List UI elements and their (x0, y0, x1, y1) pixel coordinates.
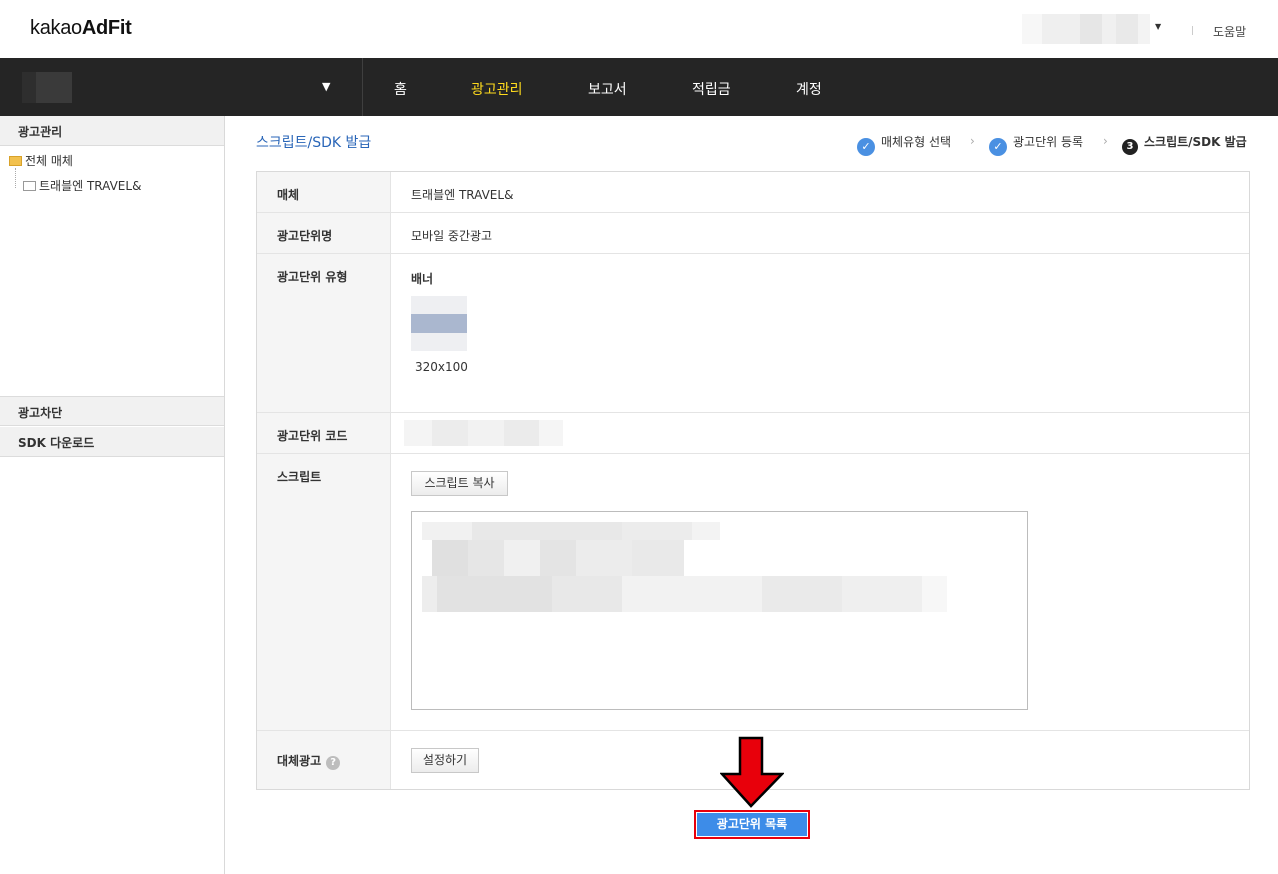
account-caret-icon[interactable]: ▼ (1155, 22, 1161, 31)
unit-size: 320x100 (415, 360, 468, 374)
unit-type-value: 배너 (411, 272, 434, 286)
ad-unit-list-button[interactable]: 광고단위 목록 (694, 810, 810, 839)
media-selector-redacted[interactable] (22, 72, 72, 103)
script-line-redacted (422, 522, 720, 540)
chevron-right-icon: › (970, 134, 975, 148)
tree-item-travel[interactable]: 트래블엔 TRAVEL& (23, 177, 141, 194)
step-label: 매체유형 선택 (881, 135, 952, 149)
nav-reports[interactable]: 보고서 (588, 79, 627, 99)
unit-type-label: 광고단위 유형 (277, 270, 348, 284)
unit-code-redacted (404, 420, 563, 446)
sidebar: 광고관리 전체 매체 트래블엔 TRAVEL& 광고차단 SDK 다운로드 (0, 116, 225, 874)
unit-code-label: 광고단위 코드 (277, 429, 348, 443)
step-unit-register: ✓ 광고단위 등록 (989, 133, 1083, 156)
nav-account[interactable]: 계정 (796, 79, 822, 99)
script-label: 스크립트 (277, 470, 322, 484)
media-selector-caret-icon[interactable]: ▼ (322, 80, 330, 93)
script-line-redacted (432, 540, 684, 576)
ad-unit-info-table: 매체 트래블엔 TRAVEL& 광고단위명 모바일 중간광고 광고단위 유형 배… (256, 171, 1250, 790)
script-line-redacted (422, 576, 947, 612)
row-divider (257, 453, 1249, 454)
top-bar: kakaoAdFit ▼ 도움말 (0, 0, 1278, 58)
nav-ad-management[interactable]: 광고관리 (471, 79, 523, 99)
logo-bold: AdFit (81, 17, 132, 39)
copy-script-button[interactable]: 스크립트 복사 (411, 471, 508, 496)
sidebar-section-ad-block[interactable]: 광고차단 (0, 396, 224, 426)
unit-name-value: 모바일 중간광고 (411, 229, 493, 243)
step-label: 광고단위 등록 (1013, 135, 1084, 149)
script-textarea[interactable] (411, 511, 1028, 710)
banner-preview-bar (411, 314, 467, 333)
tree-item-label: 전체 매체 (25, 154, 73, 168)
help-question-icon[interactable]: ? (326, 756, 341, 770)
nav-reserve[interactable]: 적립금 (692, 79, 731, 99)
tree-item-label: 트래블엔 TRAVEL& (39, 179, 142, 193)
fallback-ad-label: 대체광고? (277, 752, 341, 770)
media-label: 매체 (277, 188, 300, 202)
ad-unit-list-label: 광고단위 목록 (697, 813, 807, 836)
media-value: 트래블엔 TRAVEL& (411, 188, 514, 202)
kakao-adfit-logo[interactable]: kakaoAdFit (30, 17, 132, 40)
tree-item-all-media[interactable]: 전체 매체 (9, 152, 73, 169)
logo-prefix: kakao (30, 17, 82, 39)
account-menu-redacted[interactable] (1022, 14, 1150, 44)
main-nav: ▼ 홈 광고관리 보고서 적립금 계정 (0, 58, 1278, 116)
row-divider (257, 212, 1249, 213)
tree-connector (15, 168, 16, 188)
step-label: 스크립트/SDK 발급 (1144, 135, 1247, 149)
nav-divider (362, 58, 363, 116)
banner-thumbnail (411, 296, 467, 351)
check-icon: ✓ (989, 138, 1007, 156)
unit-name-label: 광고단위명 (277, 229, 333, 243)
step-media-type: ✓ 매체유형 선택 (857, 133, 951, 156)
fallback-settings-button[interactable]: 설정하기 (411, 748, 479, 773)
folder-icon (23, 181, 36, 191)
check-icon: ✓ (857, 138, 875, 156)
red-arrow-annotation (720, 736, 784, 808)
sidebar-section-sdk-download[interactable]: SDK 다운로드 (0, 427, 224, 457)
page-title: 스크립트/SDK 발급 (256, 135, 372, 151)
row-divider (257, 412, 1249, 413)
step-number-badge: 3 (1122, 139, 1138, 155)
row-divider (257, 730, 1249, 731)
nav-home[interactable]: 홈 (394, 79, 407, 99)
open-folder-icon (9, 156, 22, 166)
sidebar-section-ad-management[interactable]: 광고관리 (0, 116, 224, 146)
help-link[interactable]: 도움말 (1213, 23, 1246, 40)
fallback-label-text: 대체광고 (277, 754, 322, 768)
step-script-sdk: 3 스크립트/SDK 발급 (1122, 133, 1247, 155)
top-divider (1192, 26, 1193, 35)
row-divider (257, 253, 1249, 254)
chevron-right-icon: › (1103, 134, 1108, 148)
